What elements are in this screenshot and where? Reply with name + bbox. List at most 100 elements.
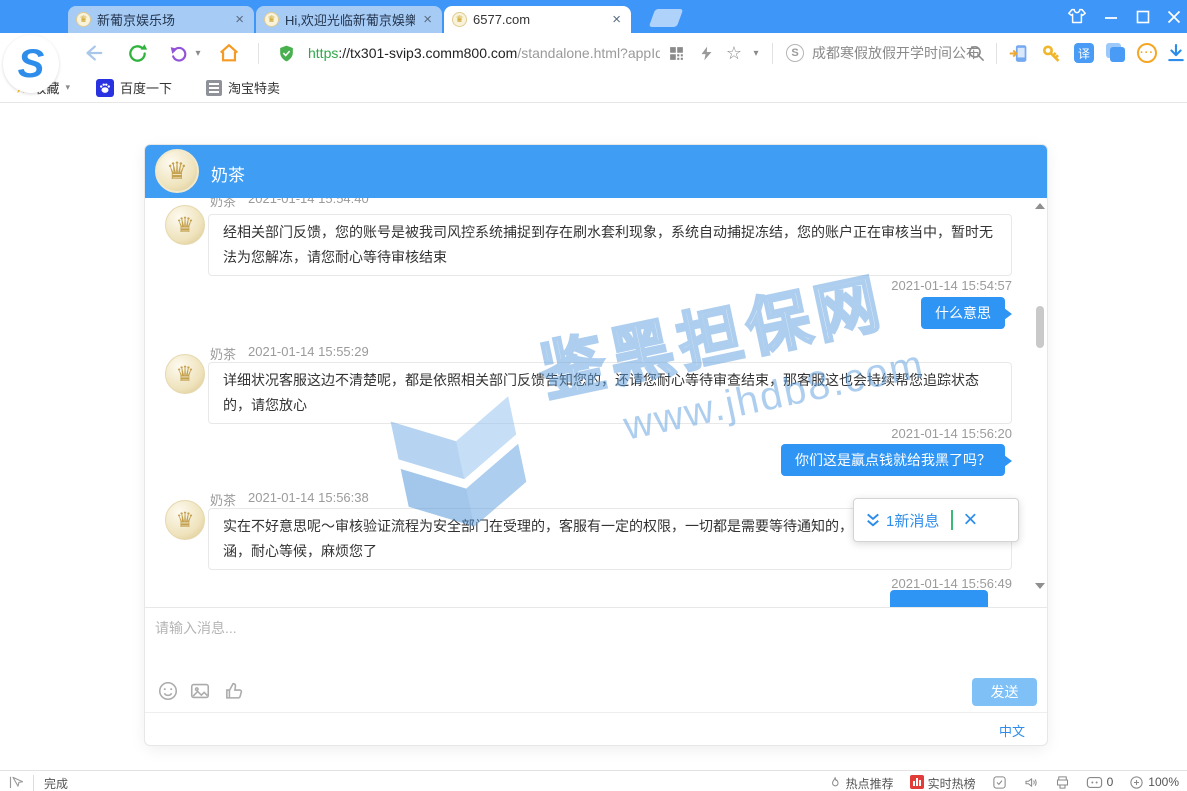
zoom-control[interactable]: 100%	[1129, 775, 1179, 790]
language-switch[interactable]: 中文	[999, 721, 1025, 740]
sender-name: 奶茶	[210, 344, 236, 363]
quick-action-button[interactable]	[694, 33, 718, 73]
printer-icon	[1055, 775, 1070, 790]
page-check-button[interactable]	[992, 775, 1007, 790]
scrollbar-thumb[interactable]	[1036, 306, 1044, 348]
favorite-page-button[interactable]: ☆	[722, 33, 746, 73]
close-window-button[interactable]	[1164, 0, 1184, 33]
crown-icon: ♛	[176, 213, 195, 238]
download-icon	[1166, 43, 1186, 63]
tab-welcome[interactable]: ♛ Hi,欢迎光临新葡京娛樂 ×	[256, 6, 442, 33]
maximize-button[interactable]	[1133, 0, 1153, 33]
new-message-popup[interactable]: 1新消息 ×	[853, 498, 1019, 542]
undo-dropdown-icon[interactable]: ▾	[192, 33, 204, 73]
star-icon: ☆	[726, 43, 742, 64]
mouse-gesture-icon[interactable]	[8, 775, 23, 791]
address-bar[interactable]: https://tx301-svip3.comm800.com/standalo…	[308, 33, 660, 73]
hot-recommend-button[interactable]: 热点推荐	[828, 775, 894, 791]
scroll-down-icon[interactable]	[1035, 583, 1045, 589]
agent-avatar: ♛	[165, 205, 205, 245]
crown-icon: ♛	[176, 508, 195, 533]
search-go-button[interactable]	[962, 33, 990, 73]
bookmark-taobao[interactable]: 淘宝特卖	[206, 73, 280, 103]
downloads-button[interactable]	[1162, 33, 1187, 73]
page-content: ♛ 奶茶 奶茶 2021-01-14 15:54:40 ♛ 经相关部门反馈，您的…	[0, 104, 1187, 770]
tab-xinpujing[interactable]: ♛ 新葡京娱乐场 ×	[68, 6, 254, 33]
password-button[interactable]	[1037, 33, 1065, 73]
tab-close-icon[interactable]: ×	[233, 12, 246, 27]
message-input[interactable]	[155, 618, 975, 662]
tab-close-icon[interactable]: ×	[610, 12, 623, 27]
bookmark-label: 淘宝特卖	[228, 78, 280, 97]
ad-blocker-button[interactable]: 0	[1086, 775, 1114, 790]
chat-scrollbar[interactable]	[1035, 200, 1045, 605]
timestamp: 2021-01-14 15:54:40	[248, 198, 369, 210]
address-dropdown[interactable]: ▾	[748, 33, 764, 73]
refresh-button[interactable]	[122, 33, 152, 73]
ad-block-count: 0	[1107, 775, 1114, 789]
home-button[interactable]	[214, 33, 244, 73]
agent-avatar: ♛	[155, 149, 199, 193]
ad-block-icon	[1086, 775, 1103, 790]
user-message-partial	[890, 590, 988, 607]
timestamp: 2021-01-14 15:55:29	[248, 344, 369, 363]
chat-header: ♛ 奶茶	[145, 145, 1047, 198]
image-upload-button[interactable]	[189, 680, 211, 702]
sogou-search-badge: S	[782, 33, 808, 73]
toolbar-divider	[258, 43, 259, 64]
timestamp: 2021-01-14 15:56:49	[891, 576, 1012, 591]
agent-message: 经相关部门反馈，您的账号是被我司风控系统捕捉到存在刷水套利现象，系统自动捕捉冻结…	[208, 214, 1012, 276]
undo-button[interactable]	[164, 33, 194, 73]
maximize-icon	[1133, 7, 1153, 27]
bookmark-baidu[interactable]: 百度一下	[96, 73, 172, 103]
live-hot-list-button[interactable]: 实时热榜	[910, 775, 976, 791]
windows-button[interactable]	[1102, 33, 1130, 73]
print-button[interactable]	[1055, 775, 1070, 790]
qr-code-button[interactable]	[664, 33, 688, 73]
toolbar-divider	[772, 43, 773, 64]
toolbar-divider	[996, 43, 997, 64]
tab-6577[interactable]: ♛ 6577.com ×	[444, 6, 631, 33]
agent-name: 奶茶	[211, 161, 245, 186]
chat-message-list: 奶茶 2021-01-14 15:54:40 ♛ 经相关部门反馈，您的账号是被我…	[145, 198, 1047, 607]
browser-toolbar: S ▾ https://tx301-svip3.comm800.com/stan…	[0, 33, 1187, 73]
skin-button[interactable]	[1066, 0, 1088, 33]
qr-code-icon	[668, 45, 685, 62]
caret-down-icon: ▾	[195, 48, 200, 59]
security-badge[interactable]	[272, 33, 300, 73]
scroll-up-icon[interactable]	[1035, 203, 1045, 209]
agent-message: 详细状况客服这边不清楚呢，都是依照相关部门反馈告知您的，还请您耐心等待审查结束，…	[208, 362, 1012, 424]
emoji-button[interactable]	[157, 680, 179, 702]
send-to-phone-button[interactable]	[1004, 33, 1032, 73]
sender-name: 奶茶	[210, 490, 236, 509]
speaker-icon	[1023, 775, 1039, 790]
bookmarks-bar: ★ 收藏 ▾ 百度一下 淘宝特卖	[0, 73, 1187, 103]
send-button[interactable]: 发送	[972, 678, 1037, 706]
sogou-logo[interactable]: S	[3, 35, 59, 93]
translate-icon: 译	[1074, 43, 1094, 63]
bookmark-label: 百度一下	[120, 78, 172, 97]
list-doc-icon	[206, 80, 222, 96]
new-tab-button[interactable]	[649, 9, 684, 27]
sogou-letter: S	[18, 44, 45, 84]
tab-title: 新葡京娱乐场	[97, 10, 227, 29]
popup-close-icon[interactable]: ×	[963, 508, 977, 532]
mute-button[interactable]	[1023, 775, 1039, 790]
minimize-icon	[1101, 7, 1121, 27]
rate-button[interactable]	[223, 680, 245, 702]
search-box[interactable]: 成都寒假放假开学时间公布	[812, 33, 980, 73]
statusbar-divider	[33, 775, 34, 791]
minimize-button[interactable]	[1101, 0, 1121, 33]
message-meta: 奶茶 2021-01-14 15:55:29	[210, 344, 369, 363]
tab-close-icon[interactable]: ×	[421, 12, 434, 27]
layers-icon	[1106, 43, 1126, 63]
new-message-label[interactable]: 1新消息	[886, 510, 939, 531]
agent-avatar: ♛	[165, 500, 205, 540]
zoom-level: 100%	[1148, 775, 1179, 789]
back-button[interactable]	[78, 33, 108, 73]
url-host: ://tx301-svip3.comm800.com	[338, 45, 517, 61]
sender-name: 奶茶	[210, 198, 236, 210]
check-circle-icon	[992, 775, 1007, 790]
translate-button[interactable]: 译	[1070, 33, 1098, 73]
menu-button[interactable]: ···	[1133, 33, 1161, 73]
